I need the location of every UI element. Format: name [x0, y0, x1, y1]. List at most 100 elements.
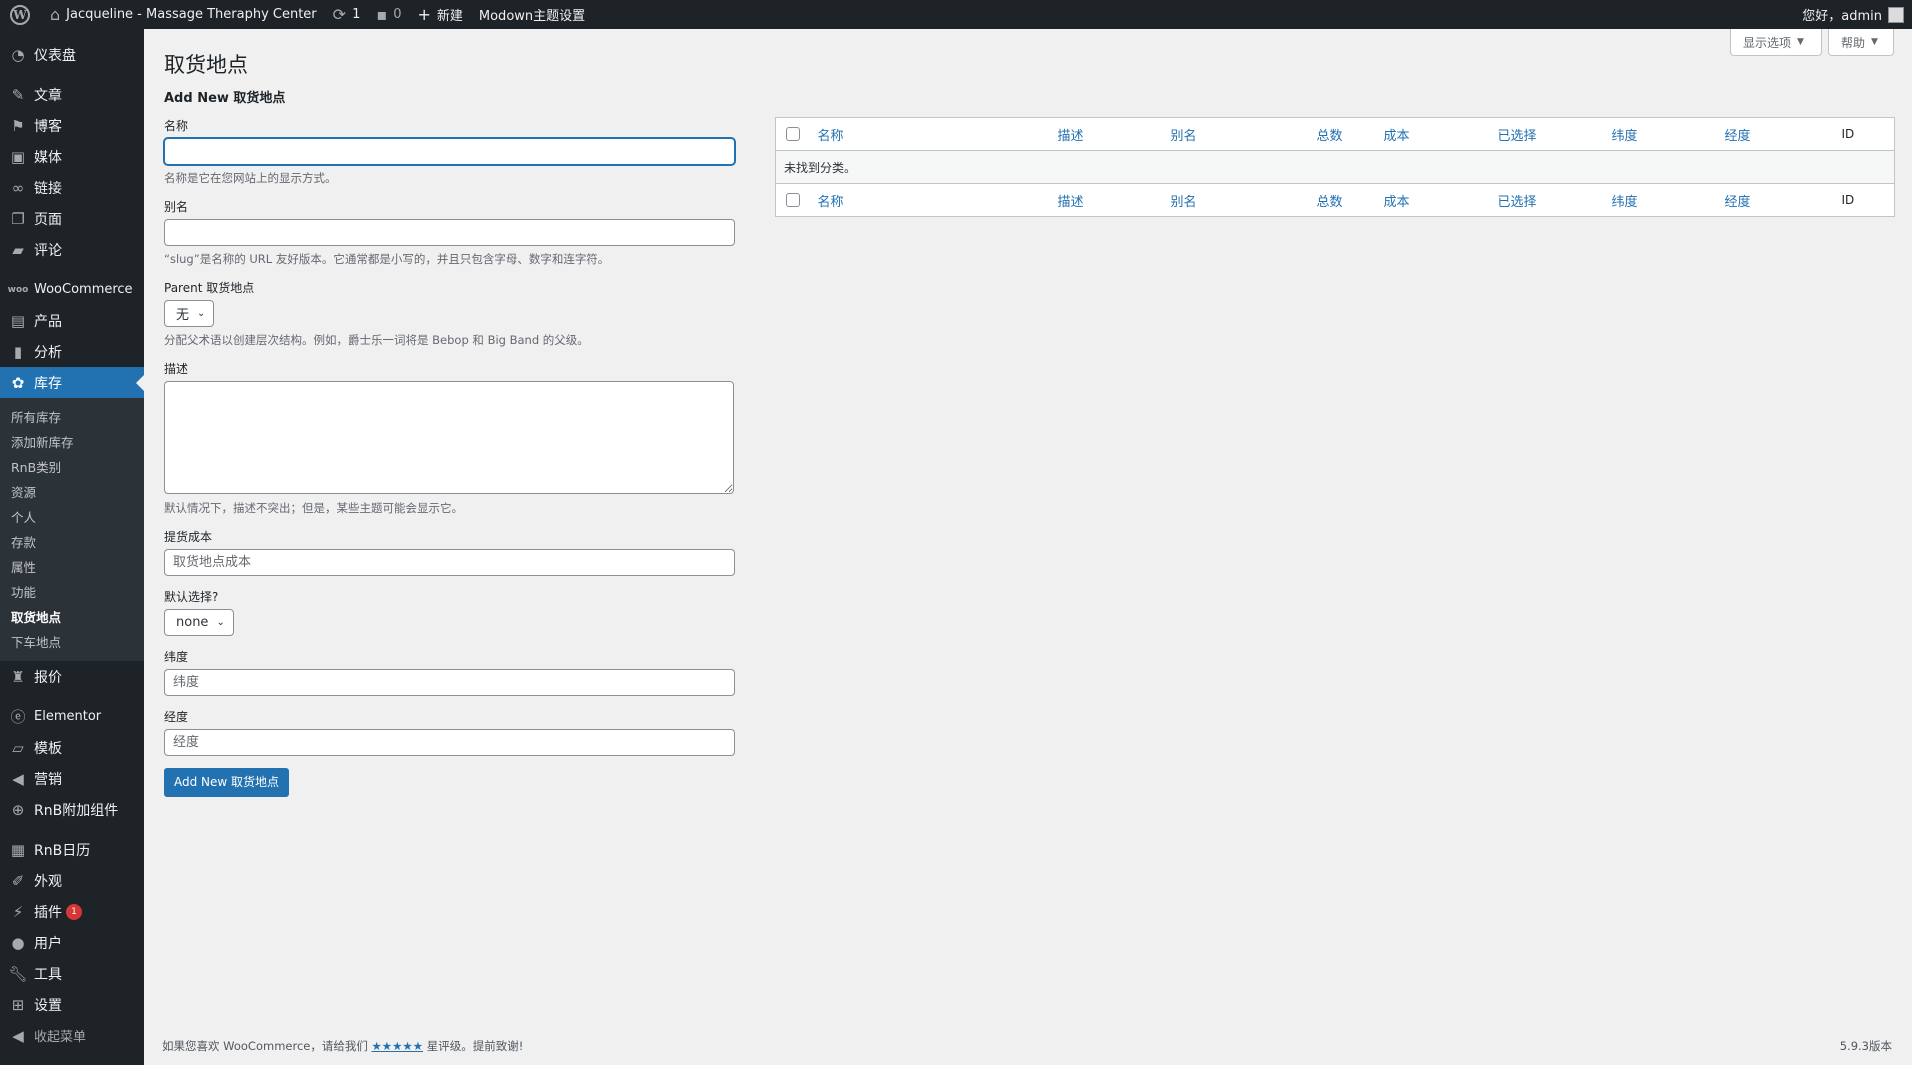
select-all-cell	[775, 183, 810, 217]
screen-options-label: 显示选项	[1743, 35, 1792, 50]
latitude-input[interactable]	[164, 669, 735, 696]
menu-users[interactable]: ● 用户	[0, 927, 144, 958]
menu-analytics[interactable]: ▮ 分析	[0, 336, 144, 367]
column-description: 描述	[1049, 183, 1163, 217]
sort-cost-link[interactable]: 成本	[1384, 129, 1410, 144]
admin-footer: 如果您喜欢 WooCommerce，请给我们 ★★★★★ 星评级。提前致谢! 5…	[162, 1038, 1892, 1054]
submenu-features[interactable]: 功能	[0, 580, 144, 605]
sort-name-link[interactable]: 名称	[818, 195, 844, 210]
my-account-menu[interactable]: 您好，admin	[1794, 0, 1912, 29]
menu-marketing[interactable]: ◀ 营销	[0, 763, 144, 794]
sort-selected-link[interactable]: 已选择	[1498, 195, 1537, 210]
submenu-attributes[interactable]: 属性	[0, 555, 144, 580]
sort-slug-link[interactable]: 别名	[1171, 195, 1197, 210]
menu-settings[interactable]: ⊞ 设置	[0, 989, 144, 1020]
sort-count-link[interactable]: 总数	[1317, 129, 1343, 144]
menu-tools[interactable]: 🔧︎ 工具	[0, 958, 144, 989]
submenu-pickup-locations[interactable]: 取货地点	[0, 605, 144, 630]
slug-input[interactable]	[164, 219, 735, 246]
menu-woocommerce[interactable]: woo WooCommerce	[0, 274, 144, 305]
folder-icon: ▱	[12, 738, 24, 757]
site-name-link[interactable]: ⌂ Jacqueline - Massage Theraphy Center	[42, 0, 325, 29]
screen-options-button[interactable]: 显示选项 ▼	[1730, 29, 1822, 56]
submenu-add-inventory[interactable]: 添加新库存	[0, 430, 144, 455]
menu-label: 分析	[34, 344, 62, 361]
help-button[interactable]: 帮助 ▼	[1828, 29, 1894, 56]
submenu-persons[interactable]: 个人	[0, 505, 144, 530]
select-all-checkbox[interactable]	[786, 127, 800, 141]
menu-links[interactable]: ∞ 链接	[0, 172, 144, 203]
wp-logo-menu[interactable]: W	[0, 0, 42, 29]
avatar	[1888, 6, 1904, 23]
sort-description-link[interactable]: 描述	[1058, 195, 1084, 210]
comments-link[interactable]: ▪ 0	[368, 0, 409, 29]
column-name: 名称	[809, 183, 1050, 217]
wordpress-icon: W	[10, 4, 30, 25]
column-description: 描述	[1049, 117, 1163, 151]
longitude-input[interactable]	[164, 729, 735, 756]
column-cost: 成本	[1375, 117, 1490, 151]
menu-label: 文章	[34, 87, 62, 104]
menu-posts[interactable]: ✎ 文章	[0, 79, 144, 110]
menu-pages[interactable]: ❐ 页面	[0, 203, 144, 234]
select-all-cell	[775, 117, 810, 151]
menu-label: 页面	[34, 211, 62, 228]
menu-media[interactable]: ▣ 媒体	[0, 141, 144, 172]
chart-icon: ▮	[13, 342, 23, 361]
sort-latitude-link[interactable]: 纬度	[1612, 129, 1638, 144]
menu-blog[interactable]: ⚑ 博客	[0, 110, 144, 141]
menu-templates[interactable]: ▱ 模板	[0, 732, 144, 763]
submenu-rnb-categories[interactable]: RnB类别	[0, 455, 144, 480]
menu-elementor[interactable]: ⓔ Elementor	[0, 701, 144, 732]
sort-latitude-link[interactable]: 纬度	[1612, 195, 1638, 210]
chevron-down-icon: ⌄	[197, 308, 206, 319]
menu-label: Elementor	[34, 709, 102, 724]
new-content-link[interactable]: + 新建	[409, 0, 470, 29]
submenu-all-inventory[interactable]: 所有库存	[0, 405, 144, 430]
sort-longitude-link[interactable]: 经度	[1725, 195, 1751, 210]
menu-rnb-calendar[interactable]: ▦ RnB日历	[0, 834, 144, 865]
updates-link[interactable]: ⟳ 1	[325, 0, 369, 29]
sort-cost-link[interactable]: 成本	[1384, 195, 1410, 210]
default-select[interactable]: none ⌄	[164, 609, 234, 636]
submenu-resources[interactable]: 资源	[0, 480, 144, 505]
add-new-submit-button[interactable]: Add New 取货地点	[164, 768, 290, 797]
cost-field-group: 提货成本	[164, 528, 735, 576]
archive-icon: ▤	[10, 311, 26, 330]
collapse-menu-button[interactable]: ◀ 收起菜单	[0, 1020, 144, 1051]
slug-label: 别名	[164, 200, 189, 214]
sort-count-link[interactable]: 总数	[1317, 195, 1343, 210]
sort-description-link[interactable]: 描述	[1058, 129, 1084, 144]
theme-settings-link[interactable]: Modown主题设置	[471, 0, 593, 29]
sort-selected-link[interactable]: 已选择	[1498, 129, 1537, 144]
menu-inventory[interactable]: ✿ 库存	[0, 367, 144, 398]
sort-name-link[interactable]: 名称	[818, 129, 844, 144]
calendar-icon: ▦	[10, 840, 26, 859]
description-textarea[interactable]	[164, 381, 734, 494]
plugins-update-badge: 1	[66, 903, 82, 920]
brush-icon: ✐	[11, 871, 25, 890]
menu-products[interactable]: ▤ 产品	[0, 305, 144, 336]
link-icon: ∞	[11, 178, 25, 197]
select-all-checkbox[interactable]	[786, 193, 800, 207]
menu-quotes[interactable]: ♜ 报价	[0, 661, 144, 692]
rating-stars-link[interactable]: ★★★★★	[372, 1039, 424, 1053]
menu-appearance[interactable]: ✐ 外观	[0, 865, 144, 896]
slug-field-group: 别名 “slug”是名称的 URL 友好版本。它通常都是小写的，并且只包含字母、…	[164, 198, 735, 267]
name-input[interactable]	[164, 138, 735, 165]
submenu-dropoff-locations[interactable]: 下车地点	[0, 630, 144, 655]
sort-longitude-link[interactable]: 经度	[1725, 129, 1751, 144]
parent-select[interactable]: 无 ⌄	[164, 300, 215, 327]
caret-down-icon: ▼	[1871, 37, 1878, 47]
cost-input[interactable]	[164, 549, 735, 576]
menu-dashboard[interactable]: ◔ 仪表盘	[0, 39, 144, 70]
menu-rnb-addons[interactable]: ⊕ RnB附加组件	[0, 794, 144, 825]
column-name: 名称	[809, 117, 1050, 151]
parent-field-group: Parent 取货地点 无 ⌄ 分配父术语以创建层次结构。例如，爵士乐一词将是 B…	[164, 279, 734, 348]
sort-slug-link[interactable]: 别名	[1171, 129, 1197, 144]
menu-label: 用户	[34, 935, 62, 952]
submenu-deposits[interactable]: 存款	[0, 530, 144, 555]
menu-plugins[interactable]: ⚡ 插件 1	[0, 896, 144, 927]
menu-comments[interactable]: ▰ 评论	[0, 234, 144, 265]
new-label: 新建	[436, 9, 463, 24]
